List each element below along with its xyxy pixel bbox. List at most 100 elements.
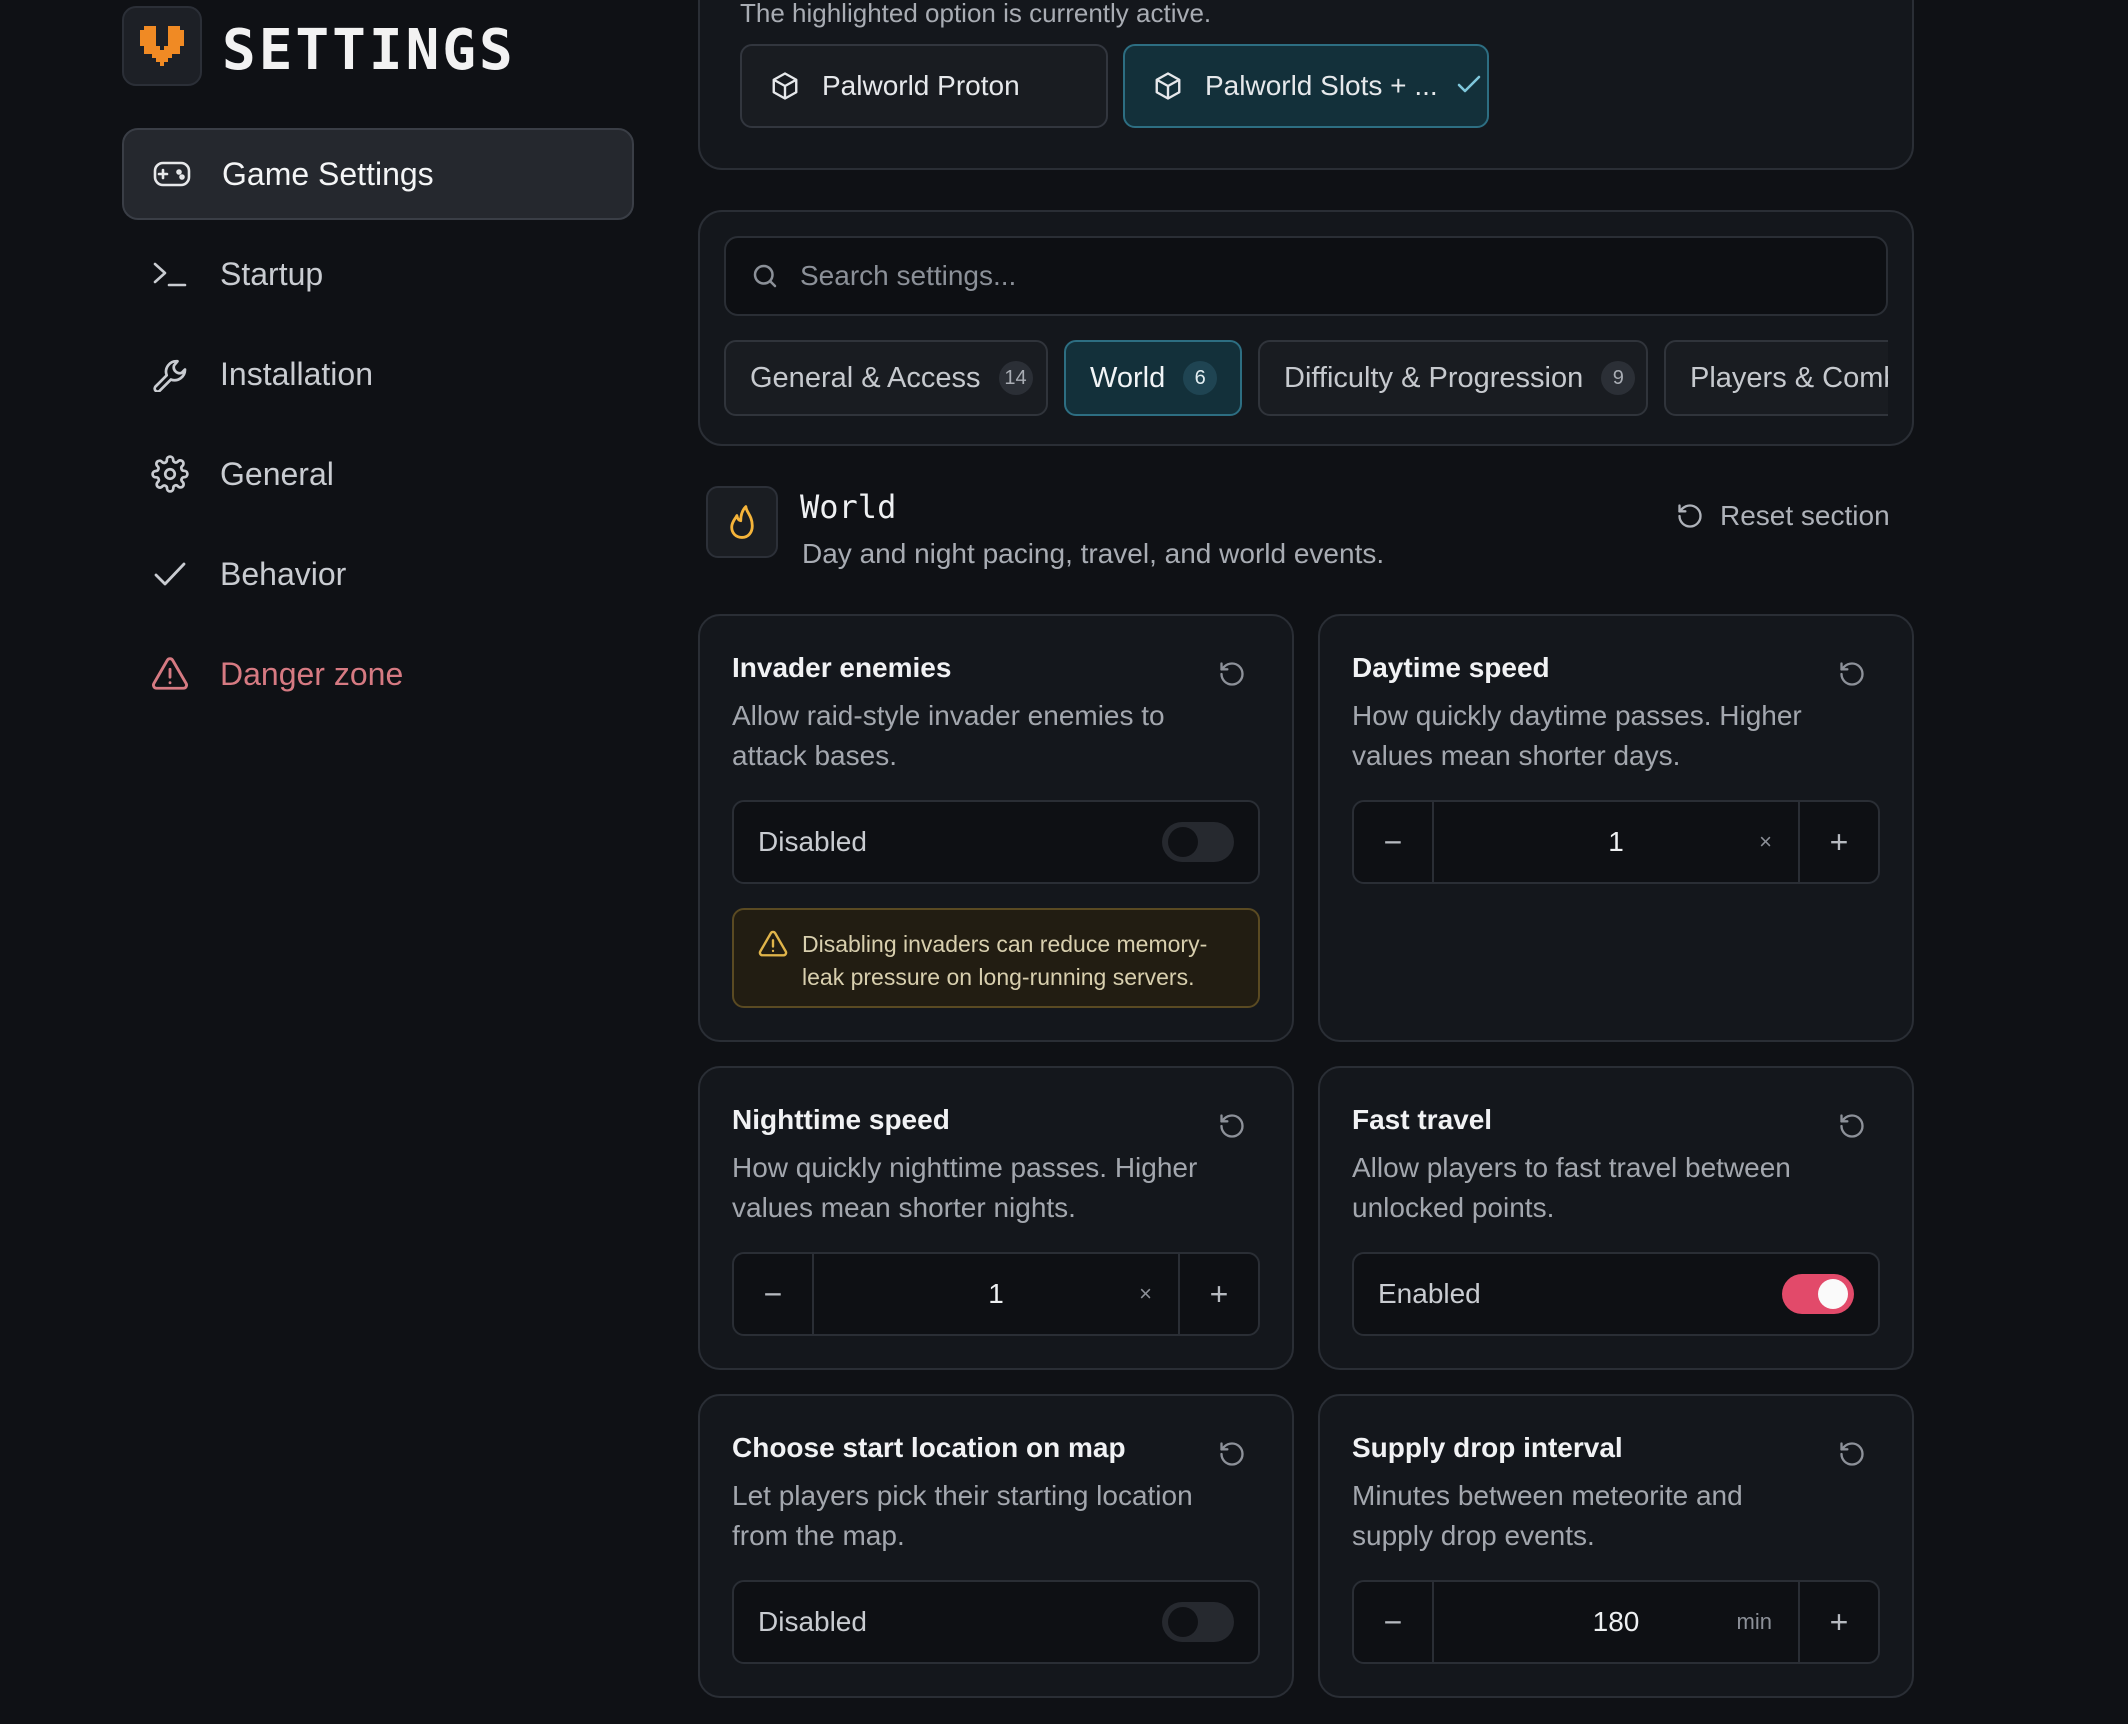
setting-title: Daytime speed [1352, 652, 1550, 683]
page-title: SETTINGS [222, 18, 516, 83]
increment-button[interactable]: + [1178, 1254, 1258, 1334]
setting-title: Fast travel [1352, 1104, 1493, 1135]
warning-icon [758, 930, 788, 967]
reset-setting-button[interactable] [1214, 1436, 1250, 1472]
start-location-toggle-row[interactable]: Disabled [732, 1580, 1260, 1664]
category-tabs: General & Access 14 World 6 Difficulty &… [724, 340, 1888, 416]
sidebar-item-label: Startup [220, 255, 324, 292]
terminal-icon [150, 254, 190, 294]
gamepad-icon [152, 154, 192, 194]
daytime-speed-stepper: − 1 × + [1352, 800, 1880, 884]
setting-description: Minutes between meteorite and supply dro… [1352, 1480, 1743, 1551]
search-bar[interactable] [724, 236, 1888, 316]
sidebar-item-danger-zone[interactable]: Danger zone [122, 628, 634, 720]
start-location-toggle[interactable] [1162, 1602, 1234, 1642]
sidebar-item-general[interactable]: General [122, 428, 634, 520]
section-description: Day and night pacing, travel, and world … [802, 538, 1385, 569]
stepper-unit: × [1759, 829, 1772, 854]
brand-logo [122, 6, 202, 86]
tab-count-badge: 14 [998, 361, 1033, 395]
toggle-knob [1818, 1279, 1848, 1309]
tab-count-badge: 6 [1183, 361, 1218, 395]
reset-icon [1220, 1114, 1244, 1138]
server-hint: The highlighted option is currently acti… [740, 0, 1212, 28]
invader-toggle-row[interactable]: Disabled [732, 800, 1260, 884]
toggle-knob [1168, 827, 1198, 857]
decrement-button[interactable]: − [734, 1254, 814, 1334]
tab-general-access[interactable]: General & Access 14 [724, 340, 1048, 416]
tab-label: Players & Combat [1690, 361, 1888, 394]
nighttime-speed-stepper: − 1 × + [732, 1252, 1260, 1336]
setting-title: Invader enemies [732, 652, 952, 683]
sidebar-item-label: Behavior [220, 555, 347, 592]
warning-text: Disabling invaders can reduce memory-lea… [802, 931, 1208, 990]
check-icon [150, 554, 190, 594]
tab-players-combat[interactable]: Players & Combat [1664, 340, 1888, 416]
server-option-label: Palworld Proton [822, 70, 1020, 101]
sidebar-item-startup[interactable]: Startup [122, 228, 634, 320]
stepper-value-field[interactable]: 1 × [1434, 802, 1798, 882]
stepper-value-field[interactable]: 180 min [1434, 1582, 1798, 1662]
tab-world[interactable]: World 6 [1064, 340, 1242, 416]
reset-section-button[interactable]: Reset section [1676, 500, 1890, 532]
cube-icon [768, 69, 802, 103]
check-icon [1456, 70, 1482, 102]
sidebar-item-label: Installation [220, 355, 373, 392]
reset-icon [1220, 1442, 1244, 1466]
cube-icon [1151, 69, 1185, 103]
warning-icon [150, 654, 190, 694]
invader-enemies-toggle[interactable] [1162, 822, 1234, 862]
decrement-button[interactable]: − [1354, 1582, 1434, 1662]
heart-logo-icon [140, 26, 184, 66]
section-title: World [800, 488, 897, 526]
server-option-label: Palworld Slots + ... [1205, 70, 1438, 101]
setting-description: Let players pick their starting location… [732, 1480, 1193, 1551]
server-option-palworld-slots[interactable]: Palworld Slots + ... [1123, 44, 1489, 128]
gear-icon [150, 454, 190, 494]
sidebar-item-label: Game Settings [222, 155, 434, 192]
increment-button[interactable]: + [1798, 802, 1878, 882]
sidebar-item-behavior[interactable]: Behavior [122, 528, 634, 620]
stepper-value: 1 [988, 1278, 1004, 1309]
sidebar-item-label: Danger zone [220, 655, 404, 692]
reset-setting-button[interactable] [1834, 1436, 1870, 1472]
reset-icon [1676, 502, 1704, 530]
setting-description: How quickly daytime passes. Higher value… [1352, 700, 1802, 771]
reset-icon [1840, 1114, 1864, 1138]
stepper-value: 180 [1592, 1606, 1640, 1637]
wrench-icon [150, 354, 190, 394]
tab-count-badge: 9 [1601, 361, 1636, 395]
toggle-state-label: Disabled [758, 1606, 867, 1637]
reset-icon [1840, 662, 1864, 686]
fast-travel-toggle-row[interactable]: Enabled [1352, 1252, 1880, 1336]
reset-section-label: Reset section [1720, 500, 1890, 531]
sidebar-item-game-settings[interactable]: Game Settings [122, 128, 634, 220]
increment-button[interactable]: + [1798, 1582, 1878, 1662]
search-input[interactable] [800, 260, 1800, 292]
reset-setting-button[interactable] [1834, 1108, 1870, 1144]
warning-callout: Disabling invaders can reduce memory-lea… [732, 908, 1260, 1008]
setting-title: Nighttime speed [732, 1104, 950, 1135]
tab-difficulty-progression[interactable]: Difficulty & Progression 9 [1258, 340, 1648, 416]
setting-title: Choose start location on map [732, 1432, 1126, 1463]
setting-description: Allow players to fast travel between unl… [1352, 1152, 1791, 1223]
stepper-unit: min [1736, 1609, 1772, 1634]
toggle-state-label: Enabled [1378, 1278, 1481, 1309]
tab-label: Difficulty & Progression [1284, 361, 1584, 394]
toggle-knob [1168, 1607, 1198, 1637]
sidebar-item-installation[interactable]: Installation [122, 328, 634, 420]
tab-label: World [1090, 361, 1166, 394]
reset-setting-button[interactable] [1834, 656, 1870, 692]
setting-description: Allow raid-style invader enemies to atta… [732, 700, 1165, 771]
reset-icon [1220, 662, 1244, 686]
decrement-button[interactable]: − [1354, 802, 1434, 882]
reset-setting-button[interactable] [1214, 1108, 1250, 1144]
tab-label: General & Access [750, 361, 981, 394]
reset-setting-button[interactable] [1214, 656, 1250, 692]
fast-travel-toggle[interactable] [1782, 1274, 1854, 1314]
supply-drop-stepper: − 180 min + [1352, 1580, 1880, 1664]
sidebar-item-label: General [220, 455, 334, 492]
stepper-value-field[interactable]: 1 × [814, 1254, 1178, 1334]
stepper-value: 1 [1608, 826, 1624, 857]
server-option-palworld-proton[interactable]: Palworld Proton [740, 44, 1108, 128]
